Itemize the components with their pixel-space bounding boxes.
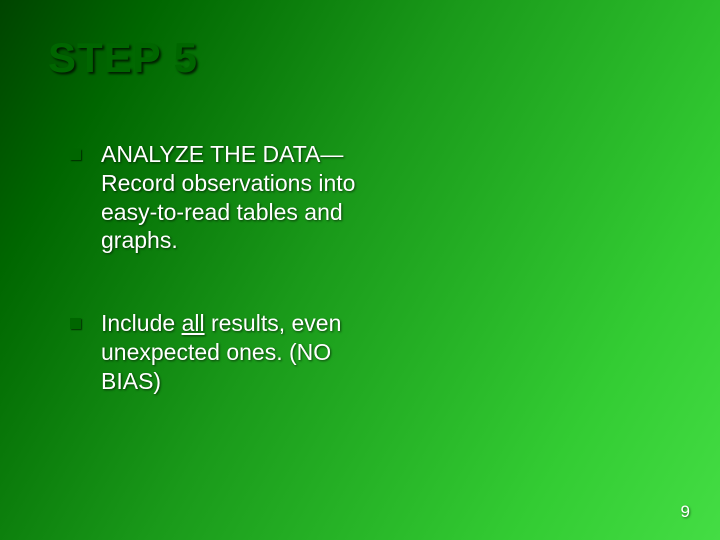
page-number: 9 bbox=[681, 502, 690, 522]
bullet-icon bbox=[70, 149, 81, 160]
bullet-icon bbox=[70, 318, 81, 329]
bullet-text-1: ANALYZE THE DATA—Record observations int… bbox=[101, 140, 390, 255]
list-item: Include all results, even unexpected one… bbox=[70, 309, 390, 395]
bullet-2-pre: Include bbox=[101, 310, 182, 336]
list-item: ANALYZE THE DATA—Record observations int… bbox=[70, 140, 390, 255]
bullet-2-underlined: all bbox=[182, 310, 205, 336]
slide-title: STEP 5 bbox=[48, 34, 198, 82]
bullet-list: ANALYZE THE DATA—Record observations int… bbox=[70, 140, 390, 449]
bullet-text-2: Include all results, even unexpected one… bbox=[101, 309, 390, 395]
